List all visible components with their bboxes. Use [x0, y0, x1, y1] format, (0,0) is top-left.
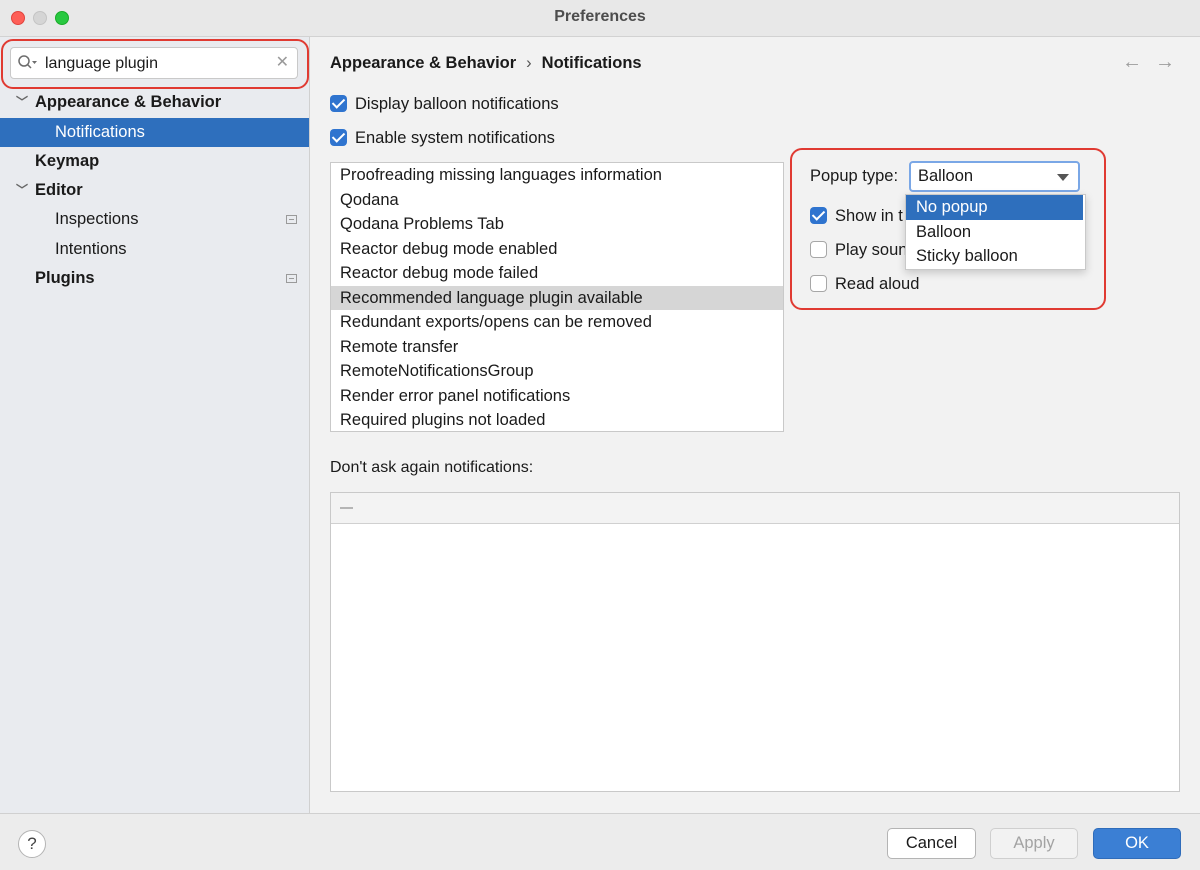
enable-system-label: Enable system notifications [355, 129, 555, 147]
list-item[interactable]: Proofreading missing languages informati… [331, 163, 783, 188]
sidebar-item-notifications[interactable]: Notifications [0, 118, 309, 147]
dropdown-option-no-popup[interactable]: No popup [906, 195, 1083, 220]
dropdown-option-sticky-balloon[interactable]: Sticky balloon [906, 244, 1083, 269]
sidebar-item-appearance-behavior[interactable]: ﹀ Appearance & Behavior [0, 88, 309, 117]
display-balloon-label: Display balloon notifications [355, 95, 559, 113]
enable-system-checkbox[interactable] [330, 129, 347, 146]
dont-ask-table[interactable] [330, 492, 1180, 792]
sidebar-item-intentions[interactable]: Intentions [0, 235, 309, 264]
dropdown-option-balloon[interactable]: Balloon [906, 220, 1083, 245]
chevron-down-icon[interactable]: ﹀ [16, 88, 28, 117]
ok-button[interactable]: OK [1093, 828, 1181, 859]
breadcrumb-current: Notifications [541, 54, 642, 72]
list-item[interactable]: Reactor debug mode failed [331, 261, 783, 286]
chevron-down-icon[interactable]: ﹀ [16, 176, 28, 205]
forward-arrow-icon[interactable]: → [1155, 51, 1175, 74]
sidebar-item-label: Keymap [35, 152, 100, 170]
cancel-button[interactable]: Cancel [887, 828, 976, 859]
dialog-footer: ? Cancel Apply OK [0, 813, 1200, 870]
remove-icon[interactable] [340, 507, 353, 509]
breadcrumb-separator: › [526, 54, 532, 72]
settings-content: Appearance & Behavior › Notifications ← → … [310, 37, 1200, 813]
sidebar-item-label: Intentions [55, 240, 127, 258]
sidebar-item-label: Appearance & Behavior [35, 93, 222, 111]
sidebar: ✕ ﹀ Appearance & Behavior Notifications … [0, 37, 310, 813]
sidebar-item-keymap[interactable]: Keymap [0, 147, 309, 176]
apply-button[interactable]: Apply [990, 828, 1078, 859]
list-item[interactable]: Qodana [331, 188, 783, 213]
list-item-selected[interactable]: Recommended language plugin available [331, 285, 783, 310]
project-settings-icon [286, 274, 297, 283]
table-toolbar [331, 493, 1179, 524]
search-highlight-outline [1, 39, 309, 89]
title-bar: Preferences [0, 0, 1200, 37]
sidebar-item-editor[interactable]: ﹀ Editor [0, 176, 309, 205]
display-balloon-checkbox[interactable] [330, 95, 347, 112]
list-item[interactable]: Render error panel notifications [331, 384, 783, 409]
popup-type-dropdown[interactable]: No popup Balloon Sticky balloon [905, 194, 1086, 270]
list-item[interactable]: Redundant exports/opens can be removed [331, 310, 783, 335]
list-item[interactable]: Required plugins not loaded [331, 408, 783, 431]
list-item[interactable]: Qodana Problems Tab [331, 212, 783, 237]
sidebar-item-label: Notifications [55, 123, 145, 141]
sidebar-item-label: Plugins [35, 269, 95, 287]
preferences-window: Preferences ✕ ﹀ Appearance & Behavior No… [0, 0, 1200, 870]
breadcrumb-parent[interactable]: Appearance & Behavior [330, 54, 516, 72]
window-title: Preferences [554, 8, 646, 25]
project-settings-icon [286, 215, 297, 224]
sidebar-item-label: Inspections [55, 210, 139, 228]
list-item[interactable]: Reactor debug mode enabled [331, 237, 783, 262]
sidebar-item-inspections[interactable]: Inspections [0, 205, 309, 234]
breadcrumb: Appearance & Behavior › Notifications [330, 54, 642, 73]
notification-groups-list[interactable]: Proofreading missing languages informati… [330, 162, 784, 432]
dont-ask-label: Don't ask again notifications: [330, 459, 534, 476]
back-arrow-icon[interactable]: ← [1122, 51, 1142, 74]
sidebar-item-plugins[interactable]: Plugins [0, 264, 309, 293]
list-item[interactable]: RemoteNotificationsGroup [331, 359, 783, 384]
help-button[interactable]: ? [18, 830, 46, 858]
list-item[interactable]: Remote transfer [331, 335, 783, 360]
sidebar-item-label: Editor [35, 181, 83, 199]
